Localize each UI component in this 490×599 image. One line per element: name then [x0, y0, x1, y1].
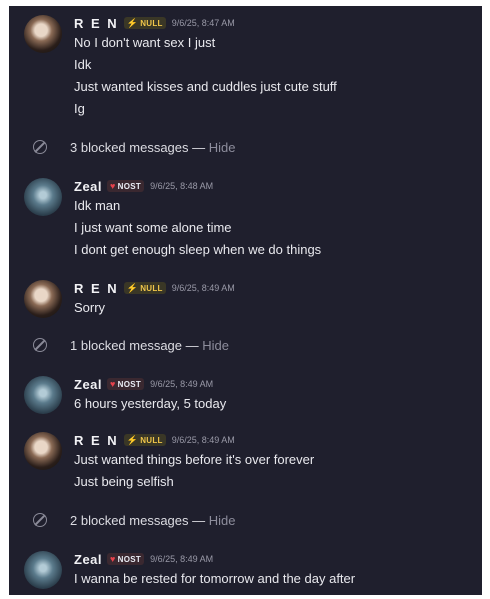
blocked-messages-notice: 2 blocked messages — Hide — [9, 504, 482, 536]
message-header: Zeal ♥ NOST 9/6/25, 8:48 AM — [74, 178, 213, 194]
message-text: Ig — [74, 101, 85, 116]
timestamp: 9/6/25, 8:47 AM — [171, 18, 235, 28]
message-text: I just want some alone time — [74, 220, 232, 235]
message-text: No I don't want sex I just — [74, 35, 216, 50]
message-text: I wanna be rested for tomorrow and the d… — [74, 571, 356, 586]
timestamp: 9/6/25, 8:49 AM — [150, 379, 214, 389]
message-header: R E N ⚡ NULL 9/6/25, 8:49 AM — [74, 280, 235, 296]
heart-icon: ♥ — [110, 181, 116, 191]
clan-tag[interactable]: ⚡ NULL — [123, 282, 166, 294]
hide-blocked-button[interactable]: Hide — [209, 140, 236, 155]
avatar-zeal[interactable] — [24, 551, 62, 589]
author-name[interactable]: Zeal — [74, 179, 102, 194]
blocked-messages-notice: 3 blocked messages — Hide — [9, 131, 482, 163]
avatar-zeal[interactable] — [24, 376, 62, 414]
avatar-ren[interactable] — [24, 15, 62, 53]
lightning-icon: ⚡ — [126, 282, 139, 293]
author-name[interactable]: Zeal — [74, 377, 102, 392]
avatar-zeal[interactable] — [24, 178, 62, 216]
message-header: Zeal ♥ NOST 9/6/25, 8:49 AM — [74, 376, 213, 392]
lightning-icon: ⚡ — [126, 17, 139, 28]
chat-window: R E N ⚡ NULL 9/6/25, 8:47 AM No I don't w… — [9, 6, 482, 595]
avatar-ren[interactable] — [24, 280, 62, 318]
blocked-messages-notice: 1 blocked message — Hide — [9, 329, 482, 361]
blocked-icon — [33, 513, 47, 527]
clan-tag[interactable]: ♥ NOST — [107, 378, 145, 390]
hide-blocked-button[interactable]: Hide — [209, 513, 236, 528]
heart-icon: ♥ — [110, 379, 116, 389]
timestamp: 9/6/25, 8:48 AM — [150, 181, 214, 191]
avatar-ren[interactable] — [24, 432, 62, 470]
message-text: Just being selfish — [74, 474, 174, 489]
message-header: R E N ⚡ NULL 9/6/25, 8:47 AM — [74, 15, 235, 31]
timestamp: 9/6/25, 8:49 AM — [150, 554, 214, 564]
clan-tag[interactable]: ♥ NOST — [107, 553, 145, 565]
message-text: Sorry — [74, 300, 106, 315]
clan-tag[interactable]: ♥ NOST — [107, 180, 145, 192]
message-text: 6 hours yesterday, 5 today — [74, 396, 227, 411]
message-text: Idk — [74, 57, 92, 72]
clan-tag[interactable]: ⚡ NULL — [123, 17, 166, 29]
message-header: R E N ⚡ NULL 9/6/25, 8:49 AM — [74, 432, 235, 448]
clan-tag[interactable]: ⚡ NULL — [123, 434, 166, 446]
blocked-icon — [33, 338, 47, 352]
timestamp: 9/6/25, 8:49 AM — [171, 283, 235, 293]
author-name[interactable]: R E N — [74, 16, 119, 31]
author-name[interactable]: Zeal — [74, 552, 102, 567]
timestamp: 9/6/25, 8:49 AM — [171, 435, 235, 445]
message-text: Just wanted things before it's over fore… — [74, 452, 315, 467]
message-text: I dont get enough sleep when we do thing… — [74, 242, 322, 257]
heart-icon: ♥ — [110, 554, 116, 564]
lightning-icon: ⚡ — [126, 434, 139, 445]
hide-blocked-button[interactable]: Hide — [202, 338, 229, 353]
message-header: Zeal ♥ NOST 9/6/25, 8:49 AM — [74, 551, 213, 567]
author-name[interactable]: R E N — [74, 281, 119, 296]
author-name[interactable]: R E N — [74, 433, 119, 448]
message-text: Just wanted kisses and cuddles just cute… — [74, 79, 337, 94]
blocked-icon — [33, 140, 47, 154]
message-text: Idk man — [74, 198, 121, 213]
